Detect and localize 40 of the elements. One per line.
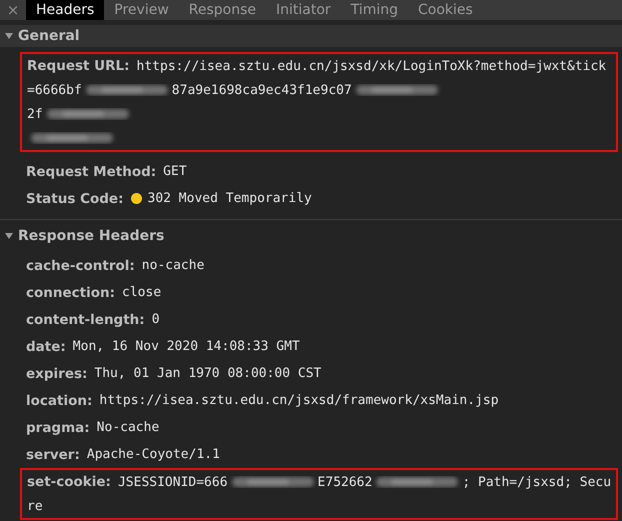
header-name: Request Method:: [26, 164, 156, 180]
header-value: Thu, 01 Jan 1970 08:00:00 CST: [94, 366, 322, 381]
tab[interactable]: Initiator: [266, 0, 341, 20]
header-value: close: [122, 285, 162, 300]
header-value: Apache-Coyote/1.1: [86, 447, 220, 462]
header-value: no-cache: [142, 258, 204, 273]
header-name: Status Code:: [26, 190, 124, 206]
header-value: ; Path=/jsxsd; Secu: [462, 474, 612, 490]
caret-icon: [4, 31, 14, 41]
header-value: =6666bf: [27, 82, 82, 98]
caret-icon: [4, 231, 14, 241]
header-value: No-cache: [96, 420, 160, 435]
header-value: re: [27, 498, 43, 514]
header-name: cache-control:: [26, 258, 135, 274]
header-value: 2f: [27, 106, 43, 122]
header-value: GET: [163, 164, 187, 179]
header-value: 0: [152, 312, 160, 327]
section-header[interactable]: General: [0, 25, 622, 47]
header-value: JSESSIONID=666: [118, 474, 228, 490]
tab[interactable]: Cookies: [408, 0, 483, 20]
header-value: 87a9e1698ca9ec43f1e9c07: [172, 82, 352, 98]
header-name: pragma:: [26, 420, 90, 436]
header-name: content-length:: [26, 312, 145, 328]
header-name: set-cookie:: [27, 474, 111, 490]
tab[interactable]: Timing: [340, 0, 408, 20]
header-value: 302 Moved Temporarily: [148, 191, 312, 206]
tab[interactable]: Preview: [104, 0, 179, 20]
header-name: location:: [26, 392, 92, 408]
header-name: connection:: [26, 284, 116, 300]
header-value: https://isea.sztu.edu.cn/jsxsd/xk/LoginToXk?method=jwxt&tick: [136, 58, 606, 74]
header-name: expires:: [26, 366, 88, 382]
header-name: Request URL:: [27, 58, 130, 74]
header-name: date:: [26, 338, 66, 354]
header-name: server:: [26, 446, 80, 462]
tab[interactable]: Response: [178, 0, 266, 20]
tab[interactable]: Headers: [26, 0, 104, 20]
header-value: Mon, 16 Nov 2020 14:08:33 GMT: [72, 339, 300, 354]
header-value: https://isea.sztu.edu.cn/jsxsd/framework/xsMain.jsp: [99, 393, 499, 408]
section-header[interactable]: Response Headers: [0, 225, 622, 247]
header-value: E752662: [318, 474, 372, 490]
